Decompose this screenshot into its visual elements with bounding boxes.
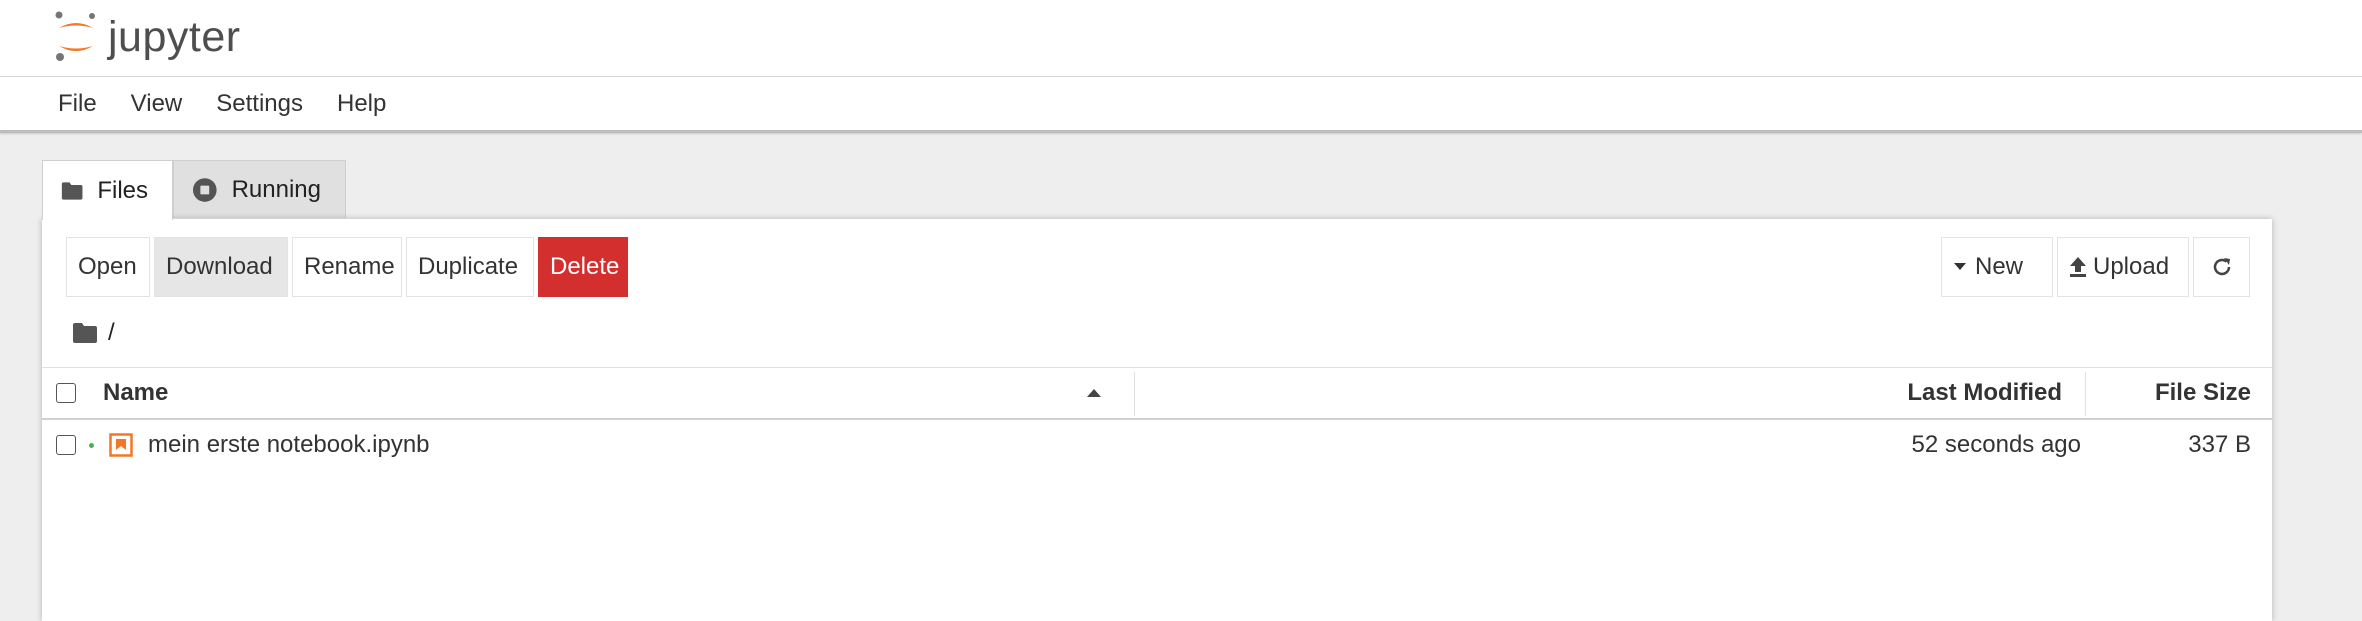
file-row[interactable]: mein erste notebook.ipynb 52 seconds ago… (42, 419, 2272, 471)
folder-icon (61, 181, 83, 200)
download-button[interactable]: Download (154, 237, 288, 297)
tab-running[interactable]: Running (173, 160, 346, 218)
row-checkbox[interactable] (56, 435, 76, 455)
jupyter-logo[interactable]: jupyter (54, 10, 241, 64)
file-list-header: Name Last Modified File Size (42, 367, 2272, 420)
name-column-header[interactable]: Name (103, 368, 168, 418)
rename-button[interactable]: Rename (292, 237, 402, 297)
sort-ascending-icon[interactable] (1086, 388, 1102, 398)
caret-down-icon (1954, 263, 1966, 270)
file-toolbar-right: New Upload (1937, 237, 2250, 297)
file-browser-panel: Open Download Rename Duplicate Delete Ne… (42, 219, 2272, 621)
breadcrumb: / (72, 319, 115, 347)
refresh-button[interactable] (2193, 237, 2250, 297)
upload-button[interactable]: Upload (2057, 237, 2189, 297)
tab-running-label: Running (231, 175, 321, 203)
file-toolbar: Open Download Rename Duplicate Delete (66, 237, 632, 297)
folder-icon[interactable] (72, 322, 98, 344)
tab-bar: Files Running (42, 160, 346, 220)
file-last-modified: 52 seconds ago (1911, 431, 2081, 458)
new-button-label: New (1975, 253, 2024, 280)
menu-settings[interactable]: Settings (216, 90, 303, 118)
select-all-checkbox-cell (56, 368, 76, 418)
file-name[interactable]: mein erste notebook.ipynb (148, 419, 430, 471)
select-all-checkbox[interactable] (56, 383, 76, 403)
stop-circle-icon (192, 177, 217, 202)
upload-icon (2070, 257, 2086, 277)
notebook-icon (109, 419, 133, 471)
running-indicator (89, 419, 94, 471)
menu-file[interactable]: File (58, 90, 97, 118)
column-separator[interactable] (2085, 372, 2086, 416)
refresh-icon (2213, 258, 2230, 276)
file-size-column-header[interactable]: File Size (2155, 368, 2251, 418)
file-size: 337 B (2188, 431, 2251, 458)
last-modified-column-header[interactable]: Last Modified (1907, 368, 2062, 418)
delete-button[interactable]: Delete (538, 237, 628, 297)
column-separator[interactable] (1134, 372, 1135, 416)
top-bar: jupyter (0, 0, 2362, 77)
menu-help[interactable]: Help (337, 90, 386, 118)
upload-button-label: Upload (2093, 253, 2170, 280)
new-button[interactable]: New (1941, 237, 2053, 297)
duplicate-button[interactable]: Duplicate (406, 237, 534, 297)
menu-bar: File View Settings Help (0, 77, 2362, 133)
open-button[interactable]: Open (66, 237, 150, 297)
breadcrumb-root[interactable]: / (108, 319, 115, 347)
row-checkbox-cell (56, 419, 76, 471)
menu-view[interactable]: View (131, 90, 183, 118)
tab-files[interactable]: Files (42, 160, 173, 220)
tab-files-label: Files (97, 176, 148, 204)
jupyter-logo-icon (55, 11, 95, 61)
logo-text: jupyter (108, 12, 241, 61)
